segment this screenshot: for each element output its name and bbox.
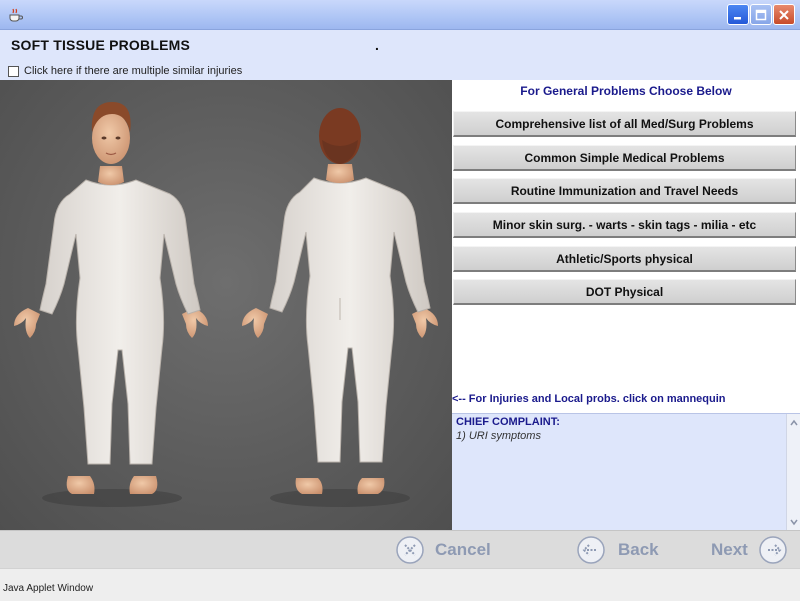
close-button[interactable]: [773, 4, 795, 25]
front-mannequin[interactable]: [14, 102, 208, 494]
mannequin-hint: <-- For Injuries and Local probs. click …: [452, 393, 726, 405]
title-dot: .: [375, 37, 379, 53]
mannequin-panel[interactable]: [0, 80, 452, 530]
close-icon: [779, 9, 789, 20]
scroll-down-icon[interactable]: [789, 517, 799, 527]
minimize-icon: [734, 16, 741, 19]
bottom-navigation-bar: Cancel Back Next: [0, 530, 800, 568]
general-problems-heading: For General Problems Choose Below: [520, 84, 732, 98]
comprehensive-list-button[interactable]: Comprehensive list of all Med/Surg Probl…: [453, 111, 796, 137]
header-area: SOFT TISSUE PROBLEMS . Click here if the…: [0, 30, 800, 80]
java-coffee-icon[interactable]: [6, 6, 24, 24]
sports-physical-button[interactable]: Athletic/Sports physical: [453, 246, 796, 272]
multiple-injuries-row[interactable]: Click here if there are multiple similar…: [8, 64, 242, 78]
back-button[interactable]: Back: [576, 535, 659, 565]
chief-complaint-box[interactable]: CHIEF COMPLAINT: 1) URI symptoms: [452, 413, 800, 531]
next-button[interactable]: Next: [711, 535, 788, 565]
back-mannequin[interactable]: [242, 108, 438, 494]
cancel-icon: [396, 536, 424, 564]
window-titlebar: [0, 0, 800, 30]
cancel-label: Cancel: [435, 540, 491, 559]
next-arrow-icon: [759, 536, 787, 564]
maximize-icon: [755, 9, 767, 20]
general-problems-panel: For General Problems Choose Below Compre…: [452, 80, 800, 531]
chief-complaint-scrollbar[interactable]: [786, 414, 800, 531]
multiple-injuries-checkbox[interactable]: [8, 65, 19, 77]
next-label: Next: [711, 540, 748, 559]
chief-complaint-title: CHIEF COMPLAINT:: [456, 416, 560, 428]
common-simple-problems-button[interactable]: Common Simple Medical Problems: [453, 145, 796, 171]
back-label: Back: [618, 540, 659, 559]
back-arrow-icon: [577, 536, 605, 564]
status-bar: Java Applet Window: [0, 568, 800, 601]
immunization-travel-button[interactable]: Routine Immunization and Travel Needs: [453, 178, 796, 204]
dot-physical-button[interactable]: DOT Physical: [453, 279, 796, 305]
maximize-button[interactable]: [750, 4, 772, 25]
page-title: SOFT TISSUE PROBLEMS: [11, 37, 191, 53]
scroll-up-icon[interactable]: [789, 418, 799, 428]
status-text: Java Applet Window: [3, 583, 94, 594]
minor-skin-surgery-button[interactable]: Minor skin surg. - warts - skin tags - m…: [453, 212, 796, 238]
minimize-button[interactable]: [727, 4, 749, 25]
multiple-injuries-label[interactable]: Click here if there are multiple similar…: [24, 65, 242, 77]
chief-complaint-item[interactable]: 1) URI symptoms: [456, 430, 541, 442]
mannequin-figures: [14, 102, 438, 507]
cancel-button[interactable]: Cancel: [395, 535, 491, 565]
